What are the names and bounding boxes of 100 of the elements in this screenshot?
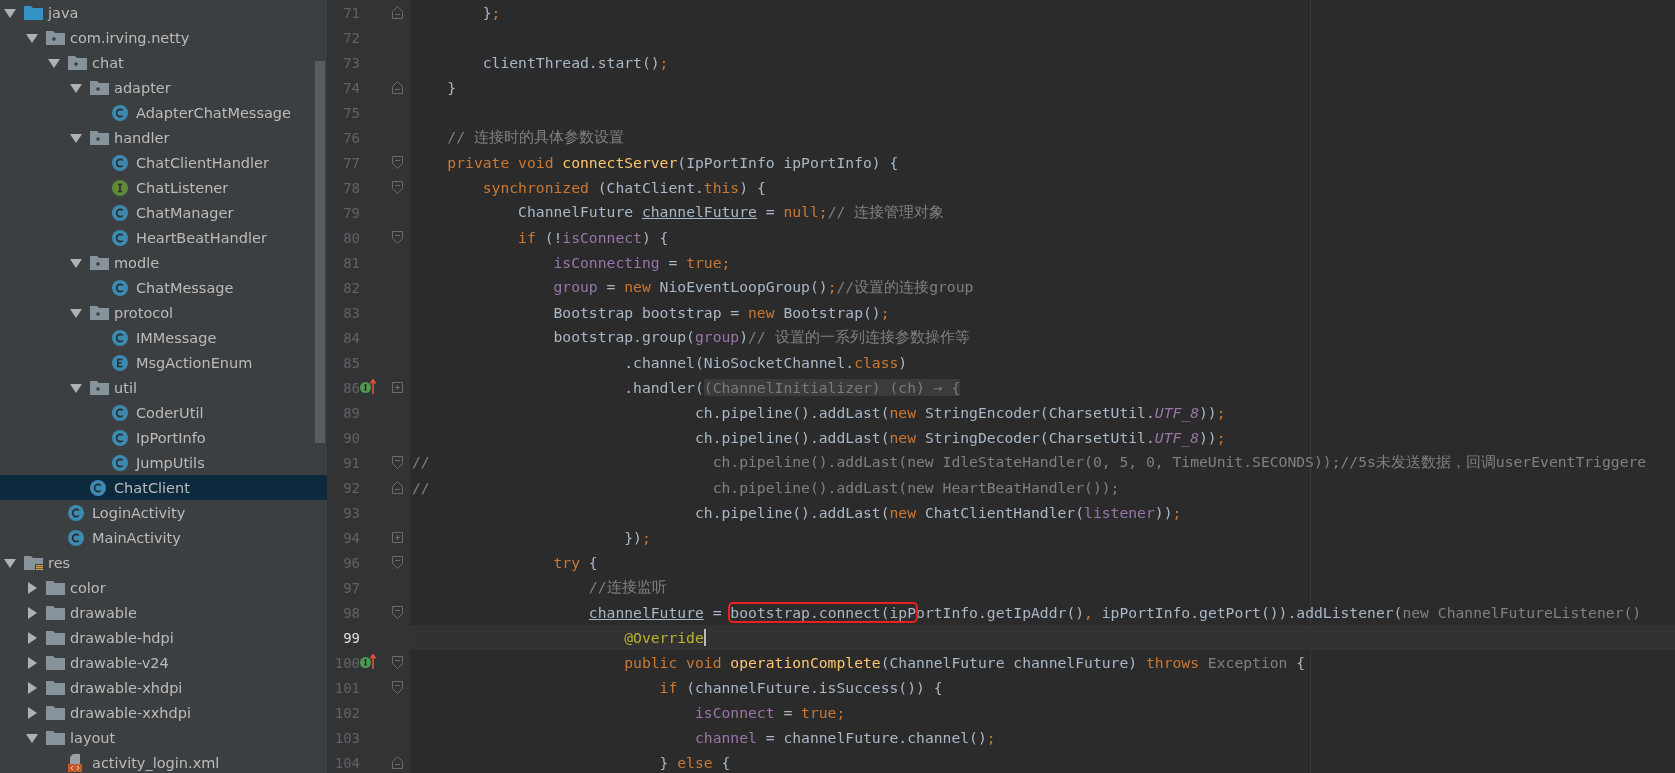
tree-item[interactable]: drawable-xhdpi xyxy=(0,675,327,700)
code-line: if (!isConnect) { xyxy=(517,229,669,246)
code-line: isConnecting = true; xyxy=(552,254,731,271)
interface-icon xyxy=(112,179,128,196)
fold-marker-icon[interactable] xyxy=(391,181,403,194)
package-icon xyxy=(68,55,87,70)
code-line: private void connectServer(IpPortInfo ipPortInfo) { xyxy=(446,154,899,171)
tree-item[interactable]: MainActivity xyxy=(0,525,327,550)
class-icon xyxy=(112,404,128,421)
fold-marker-icon[interactable] xyxy=(391,156,403,169)
override-marker-icon[interactable] xyxy=(360,653,376,669)
expand-marker-icon[interactable] xyxy=(391,382,403,393)
override-marker-icon[interactable] xyxy=(360,378,376,394)
tree-item[interactable]: handler xyxy=(0,125,327,150)
tree-item[interactable]: ChatClient xyxy=(0,475,327,500)
tree-item[interactable]: HeartBeatHandler xyxy=(0,225,327,250)
tree-item[interactable]: ChatListener xyxy=(0,175,327,200)
tree-item[interactable]: protocol xyxy=(0,300,327,325)
expanded-arrow-icon[interactable] xyxy=(48,56,60,69)
code-line: if (channelFuture.isSuccess()) { xyxy=(658,679,943,696)
expand-marker-icon[interactable] xyxy=(391,532,403,543)
code-line: synchronized (ChatClient.this) { xyxy=(481,179,766,196)
tree-item[interactable]: ChatManager xyxy=(0,200,327,225)
tree-item[interactable]: layout xyxy=(0,725,327,750)
collapsed-arrow-icon[interactable] xyxy=(26,631,38,644)
code-line: clientThread.start(); xyxy=(481,54,669,71)
fold-end-marker-icon[interactable] xyxy=(391,81,403,94)
fold-end-marker-icon[interactable] xyxy=(391,6,403,19)
tree-item[interactable]: MsgActionEnum xyxy=(0,350,327,375)
collapsed-arrow-icon[interactable] xyxy=(26,606,38,619)
code-line: // ch.pipeline().addLast(new HeartBeatHandler()); xyxy=(412,479,1120,496)
class-icon xyxy=(112,204,128,221)
folder-icon xyxy=(46,630,65,645)
expanded-arrow-icon[interactable] xyxy=(70,306,82,319)
code-line: ch.pipeline().addLast(new StringEncoder(CharsetUtil.UTF_8)); xyxy=(693,404,1226,421)
tree-item[interactable]: drawable-v24 xyxy=(0,650,327,675)
expanded-arrow-icon[interactable] xyxy=(70,256,82,269)
expanded-arrow-icon[interactable] xyxy=(26,31,38,44)
fold-marker-icon[interactable] xyxy=(391,456,403,469)
expanded-arrow-icon[interactable] xyxy=(26,731,38,744)
package-icon xyxy=(90,130,109,145)
code-line: ch.pipeline().addLast(new StringDecoder(CharsetUtil.UTF_8)); xyxy=(693,429,1226,446)
fold-marker-icon[interactable] xyxy=(391,231,403,244)
tree-item[interactable]: IpPortInfo xyxy=(0,425,327,450)
tree-item[interactable]: drawable xyxy=(0,600,327,625)
code-line: channel = channelFuture.channel(); xyxy=(693,729,996,746)
code-line: Bootstrap bootstrap = new Bootstrap(); xyxy=(552,304,890,321)
source-folder-icon xyxy=(24,5,43,20)
fold-marker-icon[interactable] xyxy=(391,556,403,569)
tree-item[interactable]: modle xyxy=(0,250,327,275)
tree-item[interactable]: com.irving.netty xyxy=(0,25,327,50)
tree-item[interactable]: ChatMessage xyxy=(0,275,327,300)
tree-item[interactable]: drawable-xxhdpi xyxy=(0,700,327,725)
tree-item[interactable]: java xyxy=(0,0,327,25)
fold-marker-icon[interactable] xyxy=(391,606,403,619)
tree-item[interactable]: AdapterChatMessage xyxy=(0,100,327,125)
expanded-arrow-icon[interactable] xyxy=(4,6,16,19)
code-line: public void operationComplete(ChannelFuture channelFuture) throws Exception { xyxy=(623,654,1306,671)
class-icon xyxy=(112,329,128,346)
tree-item[interactable]: activity_login.xml xyxy=(0,750,327,773)
collapsed-arrow-icon[interactable] xyxy=(26,681,38,694)
expanded-arrow-icon[interactable] xyxy=(70,81,82,94)
expanded-arrow-icon[interactable] xyxy=(70,381,82,394)
tree-item[interactable]: adapter xyxy=(0,75,327,100)
class-icon xyxy=(112,429,128,446)
code-line: } else { xyxy=(658,754,731,771)
tree-item[interactable]: ChatClientHandler xyxy=(0,150,327,175)
fold-end-marker-icon[interactable] xyxy=(391,756,403,769)
collapsed-arrow-icon[interactable] xyxy=(26,706,38,719)
tree-item[interactable]: JumpUtils xyxy=(0,450,327,475)
class-icon xyxy=(112,104,128,121)
tree-item[interactable]: drawable-hdpi xyxy=(0,625,327,650)
collapsed-arrow-icon[interactable] xyxy=(26,581,38,594)
code-line: }; xyxy=(481,4,501,21)
package-icon xyxy=(90,255,109,270)
scrollbar-thumb[interactable] xyxy=(315,61,325,443)
tree-item[interactable]: IMMessage xyxy=(0,325,327,350)
class-icon xyxy=(90,479,106,496)
fold-marker-icon[interactable] xyxy=(391,681,403,694)
expanded-arrow-icon[interactable] xyxy=(70,131,82,144)
class-icon xyxy=(68,504,84,521)
folder-icon xyxy=(46,605,65,620)
code-line: try { xyxy=(552,554,598,571)
collapsed-arrow-icon[interactable] xyxy=(26,656,38,669)
tree-item[interactable]: LoginActivity xyxy=(0,500,327,525)
tree-item[interactable]: res xyxy=(0,550,327,575)
tree-item[interactable]: color xyxy=(0,575,327,600)
tree-item[interactable]: util xyxy=(0,375,327,400)
fold-end-marker-icon[interactable] xyxy=(391,481,403,494)
tree-item[interactable]: chat xyxy=(0,50,327,75)
resource-folder-icon xyxy=(24,555,43,570)
tree-item[interactable]: CoderUtil xyxy=(0,400,327,425)
code-line: } xyxy=(446,79,457,96)
enum-icon xyxy=(112,354,128,371)
fold-marker-icon[interactable] xyxy=(391,656,403,669)
expanded-arrow-icon[interactable] xyxy=(4,556,16,569)
code-line: bootstrap.group(group)// 设置的一系列连接参数操作等 xyxy=(552,328,970,347)
package-icon xyxy=(90,380,109,395)
folder-icon xyxy=(46,680,65,695)
code-line: ChannelFuture channelFuture = null;// 连接管理对象 xyxy=(517,203,945,222)
